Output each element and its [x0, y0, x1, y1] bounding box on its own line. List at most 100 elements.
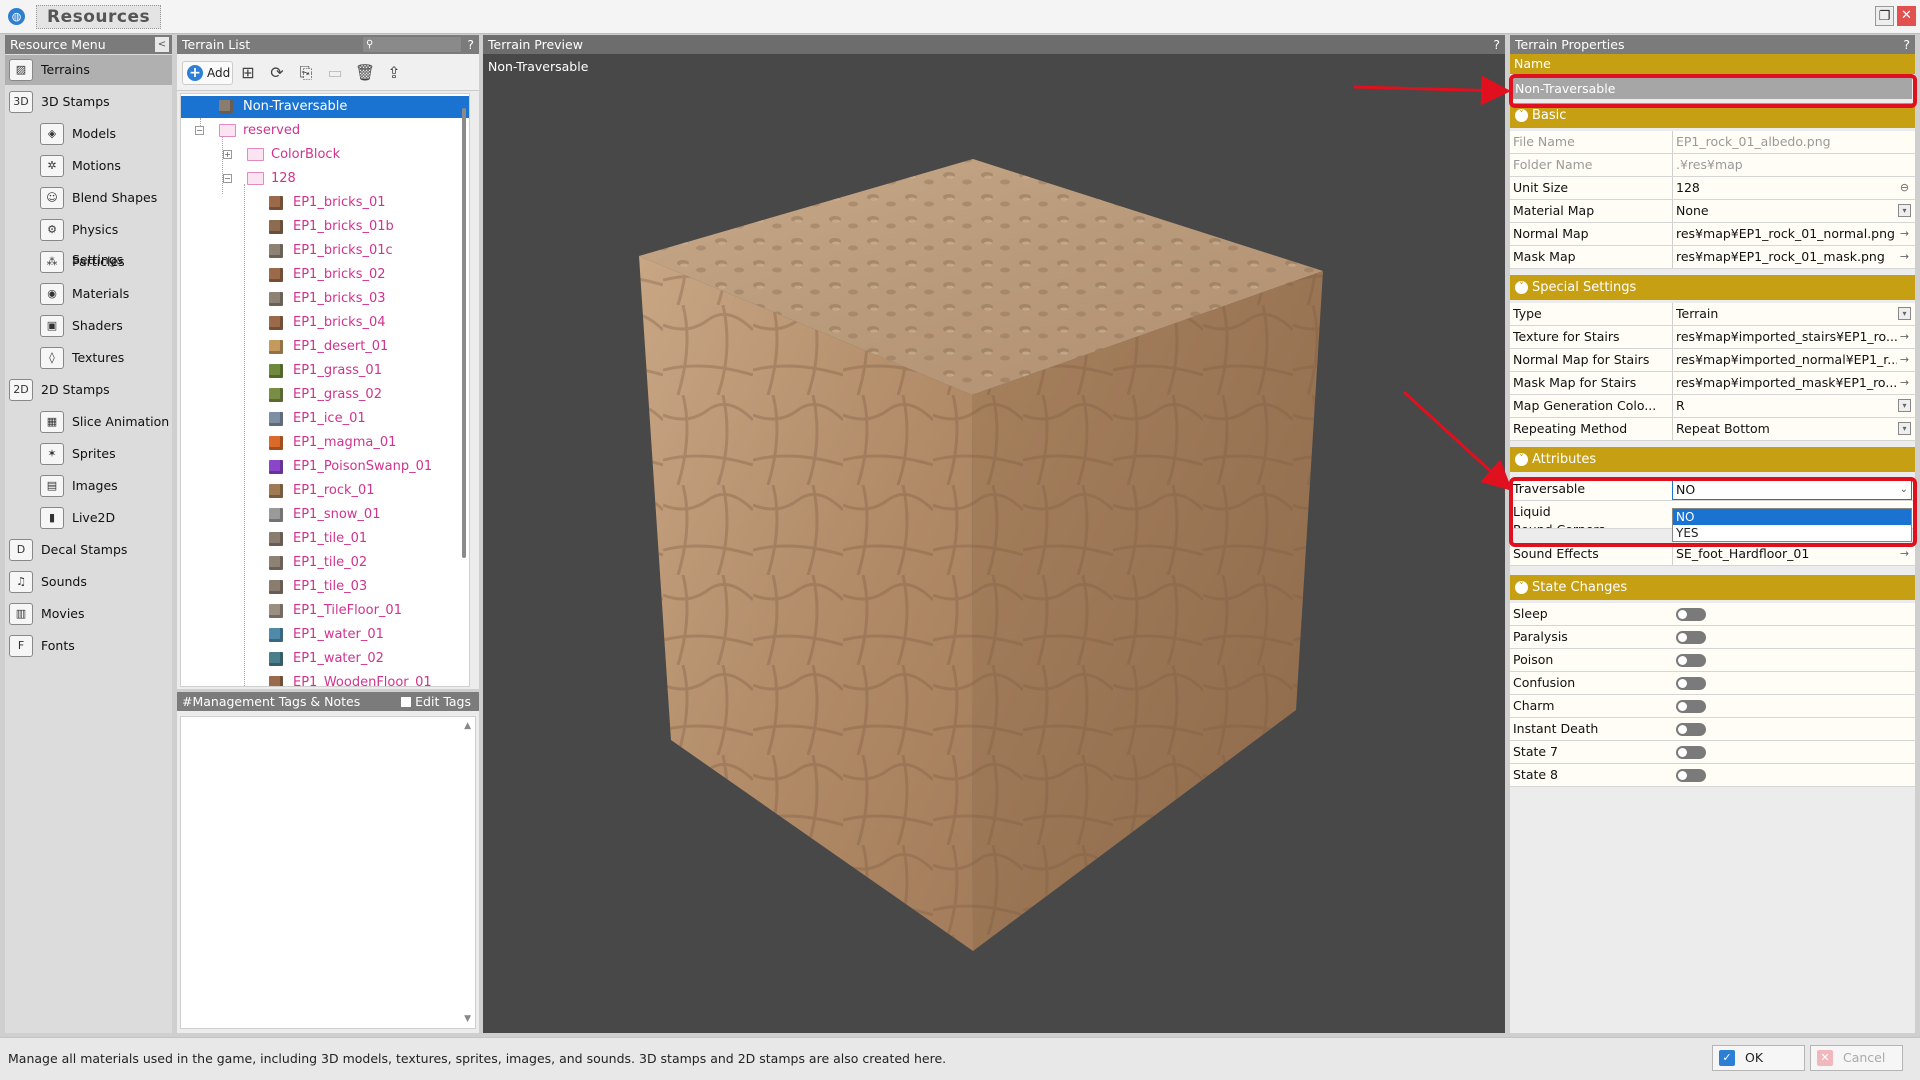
tree-folder[interactable]: − 128: [181, 168, 469, 190]
property-map-generation-colo[interactable]: Map Generation Colo... R ▾: [1510, 395, 1915, 418]
property-value[interactable]: .¥res¥map: [1672, 154, 1897, 176]
dropdown-icon[interactable]: ▾: [1898, 307, 1911, 320]
tree-item[interactable]: EP1_PoisonSwanp_01: [181, 456, 469, 478]
resource-menu-item-motions[interactable]: ✲ Motions: [5, 151, 172, 181]
export-icon[interactable]: ⇪: [383, 62, 405, 84]
resource-menu-item-blend-shapes[interactable]: ☺ Blend Shapes: [5, 183, 172, 213]
arrow-right-icon[interactable]: →: [1898, 547, 1911, 560]
search-icon[interactable]: ⚲: [363, 37, 461, 52]
resource-menu-item-particles[interactable]: ⁂ Particles: [5, 247, 172, 277]
section-attributes[interactable]: ˅ Attributes: [1510, 447, 1915, 472]
toggle-switch[interactable]: [1676, 700, 1706, 713]
terrain-cube-preview[interactable]: [483, 35, 1505, 1033]
resource-menu-item-3d-stamps[interactable]: 3D 3D Stamps: [5, 87, 172, 117]
copy-icon[interactable]: ⎘: [295, 62, 317, 84]
delete-icon[interactable]: 🗑: [354, 62, 376, 84]
state-poison[interactable]: Poison: [1510, 649, 1915, 672]
dropdown-icon[interactable]: ▾: [1898, 204, 1911, 217]
toggle-switch[interactable]: [1676, 677, 1706, 690]
tree-item[interactable]: EP1_rock_01: [181, 480, 469, 502]
toggle-switch[interactable]: [1676, 631, 1706, 644]
tree-item[interactable]: Non-Traversable: [181, 96, 469, 118]
resource-menu-item-decal-stamps[interactable]: D Decal Stamps: [5, 535, 172, 565]
state-state-8[interactable]: State 8: [1510, 764, 1915, 787]
tree-item[interactable]: EP1_WoodenFloor_01: [181, 672, 469, 686]
tree-item[interactable]: EP1_tile_03: [181, 576, 469, 598]
property-value[interactable]: res¥map¥imported_normal¥EP1_r...: [1672, 349, 1897, 371]
edit-tags-checkbox[interactable]: [401, 697, 412, 707]
property-folder-name[interactable]: Folder Name .¥res¥map: [1510, 154, 1915, 177]
state-instant-death[interactable]: Instant Death: [1510, 718, 1915, 741]
state-state-7[interactable]: State 7: [1510, 741, 1915, 764]
expander-icon[interactable]: −: [223, 174, 232, 183]
arrow-right-icon[interactable]: →: [1898, 227, 1911, 240]
tree-item[interactable]: EP1_grass_02: [181, 384, 469, 406]
new-item-icon[interactable]: ⊞: [237, 62, 259, 84]
tree-item[interactable]: EP1_snow_01: [181, 504, 469, 526]
tree-item[interactable]: EP1_bricks_01b: [181, 216, 469, 238]
tree-item[interactable]: EP1_tile_02: [181, 552, 469, 574]
tree-item[interactable]: EP1_bricks_03: [181, 288, 469, 310]
property-value[interactable]: Terrain: [1672, 303, 1897, 325]
arrow-right-icon[interactable]: →: [1898, 250, 1911, 263]
paste-icon[interactable]: ▭: [324, 62, 346, 84]
toggle-switch[interactable]: [1676, 723, 1706, 736]
property-value[interactable]: res¥map¥EP1_rock_01_normal.png: [1672, 223, 1897, 245]
toggle-switch[interactable]: [1676, 746, 1706, 759]
tree-item[interactable]: EP1_TileFloor_01: [181, 600, 469, 622]
resource-menu-item-sprites[interactable]: ✶ Sprites: [5, 439, 172, 469]
state-sleep[interactable]: Sleep: [1510, 603, 1915, 626]
resource-menu-item-live2d[interactable]: ▮ Live2D: [5, 503, 172, 533]
property-value[interactable]: None: [1672, 200, 1897, 222]
tree-item[interactable]: EP1_ice_01: [181, 408, 469, 430]
resource-menu-item-terrains[interactable]: ▨ Terrains: [5, 55, 172, 85]
cancel-button[interactable]: ✕ Cancel: [1810, 1045, 1903, 1071]
property-value[interactable]: Repeat Bottom: [1672, 418, 1897, 440]
toggle-switch[interactable]: [1676, 769, 1706, 782]
resource-menu-item-physics-settings[interactable]: ⚙ Physics Settings: [5, 215, 172, 267]
property-value[interactable]: R: [1672, 395, 1897, 417]
property-normal-map[interactable]: Normal Map res¥map¥EP1_rock_01_normal.png…: [1510, 223, 1915, 246]
tree-item[interactable]: EP1_magma_01: [181, 432, 469, 454]
tree-item[interactable]: EP1_water_01: [181, 624, 469, 646]
notes-textarea[interactable]: ▲ ▼: [180, 716, 476, 1029]
help-icon[interactable]: ?: [1903, 35, 1910, 54]
resource-menu-item-sounds[interactable]: ♫ Sounds: [5, 567, 172, 597]
section-special-settings[interactable]: ˅ Special Settings: [1510, 275, 1915, 300]
toggle-switch[interactable]: [1676, 608, 1706, 621]
tree-item[interactable]: EP1_grass_01: [181, 360, 469, 382]
resource-menu-item-textures[interactable]: ◊ Textures: [5, 343, 172, 373]
arrow-right-icon[interactable]: →: [1898, 330, 1911, 343]
property-unit-size[interactable]: Unit Size 128 ⊖: [1510, 177, 1915, 200]
property-repeating-method[interactable]: Repeating Method Repeat Bottom ▾: [1510, 418, 1915, 441]
property-value[interactable]: res¥map¥imported_mask¥EP1_ro...: [1672, 372, 1897, 394]
tree-folder[interactable]: + ColorBlock: [181, 144, 469, 166]
tree-scrollbar[interactable]: [462, 108, 466, 558]
ok-button[interactable]: ✓ OK: [1712, 1045, 1805, 1071]
resource-menu-item-fonts[interactable]: F Fonts: [5, 631, 172, 661]
resource-menu-item-models[interactable]: ◈ Models: [5, 119, 172, 149]
tree-item[interactable]: EP1_water_02: [181, 648, 469, 670]
property-normal-map-for-stairs[interactable]: Normal Map for Stairs res¥map¥imported_no…: [1510, 349, 1915, 372]
toggle-switch[interactable]: [1676, 654, 1706, 667]
tree-item[interactable]: EP1_desert_01: [181, 336, 469, 358]
property-value[interactable]: res¥map¥imported_stairs¥EP1_ro...: [1672, 326, 1897, 348]
property-value[interactable]: res¥map¥EP1_rock_01_mask.png: [1672, 246, 1897, 268]
tree-item[interactable]: EP1_bricks_04: [181, 312, 469, 334]
tree-item[interactable]: EP1_bricks_01c: [181, 240, 469, 262]
resource-menu-item-slice-animation[interactable]: ▦ Slice Animation: [5, 407, 172, 437]
expander-icon[interactable]: +: [223, 150, 232, 159]
scroll-down-icon[interactable]: ▼: [464, 1014, 471, 1024]
property-value[interactable]: EP1_rock_01_albedo.png: [1672, 131, 1897, 153]
resource-menu-item-shaders[interactable]: ▣ Shaders: [5, 311, 172, 341]
property-mask-map-for-stairs[interactable]: Mask Map for Stairs res¥map¥imported_mask…: [1510, 372, 1915, 395]
property-texture-for-stairs[interactable]: Texture for Stairs res¥map¥imported_stair…: [1510, 326, 1915, 349]
dropdown-icon[interactable]: ▾: [1898, 399, 1911, 412]
resource-menu-item-2d-stamps[interactable]: 2D 2D Stamps: [5, 375, 172, 405]
state-paralysis[interactable]: Paralysis: [1510, 626, 1915, 649]
state-confusion[interactable]: Confusion: [1510, 672, 1915, 695]
refresh-icon[interactable]: ⟳: [266, 62, 288, 84]
tree-item[interactable]: EP1_bricks_02: [181, 264, 469, 286]
property-material-map[interactable]: Material Map None ▾: [1510, 200, 1915, 223]
arrow-right-icon[interactable]: →: [1898, 376, 1911, 389]
